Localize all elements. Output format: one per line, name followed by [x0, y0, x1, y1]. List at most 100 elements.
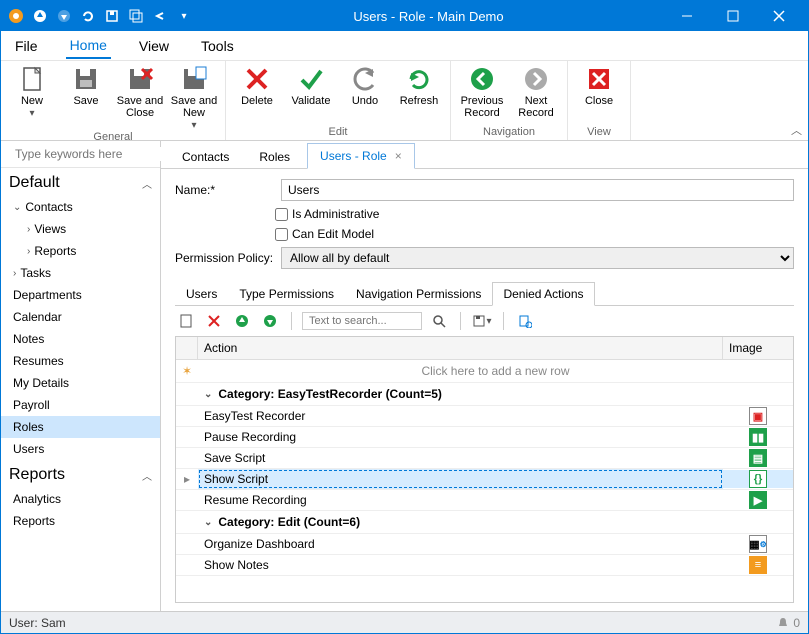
nav-item-tasks[interactable]: › Tasks — [1, 262, 160, 284]
ribbon-group-edit: Edit — [329, 126, 348, 140]
nav-item-resumes[interactable]: Resumes — [1, 350, 160, 372]
close-window-button[interactable] — [756, 1, 802, 31]
can-edit-checkbox[interactable] — [275, 228, 288, 241]
nav-item-departments[interactable]: Departments — [1, 284, 160, 306]
grid-delete-button[interactable] — [203, 310, 225, 332]
ribbon-collapse-icon[interactable]: ︿ — [791, 122, 802, 138]
ribbon-prev-button[interactable]: Previous Record — [457, 63, 507, 119]
qat-undo-icon[interactable] — [151, 7, 169, 25]
ribbon-saveclose-button[interactable]: Save and Close — [115, 63, 165, 119]
row-image-icon: ≡ — [723, 556, 793, 574]
grid-row[interactable]: EasyTest Recorder▣ — [176, 406, 793, 427]
status-notifications[interactable]: 0 — [777, 616, 800, 630]
col-image[interactable]: Image — [723, 337, 793, 359]
qat-customize-icon[interactable]: ▾ — [175, 7, 193, 25]
nav-item-analytics[interactable]: Analytics — [1, 488, 160, 510]
file-icon — [18, 65, 46, 93]
qat-up-icon[interactable] — [31, 7, 49, 25]
row-image-icon: ▦⚙ — [723, 535, 793, 553]
col-action[interactable]: Action — [198, 337, 723, 359]
nav-item-contacts[interactable]: ⌄ Contacts — [1, 196, 160, 218]
next-icon — [522, 65, 550, 93]
ribbon-delete-button[interactable]: Delete — [232, 63, 282, 107]
menu-home[interactable]: Home — [66, 33, 111, 59]
name-field[interactable] — [281, 179, 794, 201]
nav-item-notes[interactable]: Notes — [1, 328, 160, 350]
sidebar-search[interactable] — [1, 141, 160, 168]
grid-row[interactable]: Save Script▤ — [176, 448, 793, 469]
savenew-icon — [180, 65, 208, 93]
nav-item-views[interactable]: › Views — [1, 218, 160, 240]
nav-item-calendar[interactable]: Calendar — [1, 306, 160, 328]
grid-group-header[interactable]: ⌄Category: Edit (Count=6) — [176, 511, 793, 534]
tab-users-role[interactable]: Users - Role× — [307, 143, 415, 169]
grid-new-button[interactable] — [175, 310, 197, 332]
grid-moveup-button[interactable] — [231, 310, 253, 332]
grid-toolbar: ▾ — [161, 306, 808, 336]
grid-export-button[interactable]: ▾ — [471, 310, 493, 332]
grid-row[interactable]: Resume Recording▶ — [176, 490, 793, 511]
ribbon-validate-button[interactable]: Validate — [286, 63, 336, 107]
ribbon-new-button[interactable]: New▾ — [7, 63, 57, 119]
nav-item-my-details[interactable]: My Details — [1, 372, 160, 394]
ribbon-group-navigation: Navigation — [483, 126, 535, 140]
row-image-icon: ▶ — [723, 491, 793, 509]
tab-roles[interactable]: Roles — [246, 144, 303, 169]
permission-policy-select[interactable]: Allow all by default — [281, 247, 794, 269]
subtab-denied-actions[interactable]: Denied Actions — [492, 282, 594, 306]
tab-contacts[interactable]: Contacts — [169, 144, 242, 169]
can-edit-label: Can Edit Model — [292, 227, 374, 241]
row-image-icon: ▤ — [723, 449, 793, 467]
ribbon-save-button[interactable]: Save — [61, 63, 111, 107]
qat-refresh-icon[interactable] — [79, 7, 97, 25]
row-image-icon: ▣ — [723, 407, 793, 425]
sidebar: Default︿⌄ Contacts› Views› Reports› Task… — [1, 141, 161, 611]
grid-row[interactable]: Organize Dashboard▦⚙ — [176, 534, 793, 555]
is-admin-checkbox[interactable] — [275, 208, 288, 221]
ribbon-undo-button[interactable]: Undo — [340, 63, 390, 107]
nav-item-reports[interactable]: › Reports — [1, 240, 160, 262]
nav-item-reports[interactable]: Reports — [1, 510, 160, 532]
subtab-users[interactable]: Users — [175, 282, 228, 306]
grid-preview-button[interactable] — [514, 310, 536, 332]
row-image-icon: ▮▮ — [723, 428, 793, 446]
ribbon-group-view: View — [587, 126, 611, 140]
subtab-type-permissions[interactable]: Type Permissions — [228, 282, 345, 306]
permission-policy-label: Permission Policy: — [175, 251, 275, 265]
menu-tools[interactable]: Tools — [197, 34, 238, 58]
grid-search-input[interactable] — [302, 312, 422, 330]
menu-view[interactable]: View — [135, 34, 173, 58]
subtab-navigation-permissions[interactable]: Navigation Permissions — [345, 282, 492, 306]
qat-down-icon[interactable] — [55, 7, 73, 25]
name-label: Name:* — [175, 183, 275, 197]
nav-item-users[interactable]: Users — [1, 438, 160, 460]
undo-icon — [351, 65, 379, 93]
menu-file[interactable]: File — [11, 34, 42, 58]
nav-item-payroll[interactable]: Payroll — [1, 394, 160, 416]
grid-row[interactable]: Pause Recording▮▮ — [176, 427, 793, 448]
qat-save-icon[interactable] — [103, 7, 121, 25]
window-title: Users - Role - Main Demo — [193, 9, 664, 24]
grid-movedown-button[interactable] — [259, 310, 281, 332]
save-icon — [72, 65, 100, 93]
search-input[interactable] — [15, 147, 170, 161]
grid-new-row[interactable]: ✶ Click here to add a new row — [176, 360, 793, 383]
grid-row[interactable]: Show Notes≡ — [176, 555, 793, 576]
qat-saveall-icon[interactable] — [127, 7, 145, 25]
grid-row[interactable]: ▸Show Script{} — [176, 469, 793, 490]
ribbon-refresh-button[interactable]: Refresh — [394, 63, 444, 107]
maximize-button[interactable] — [710, 1, 756, 31]
menubar: File Home View Tools — [1, 31, 808, 61]
grid-search-go[interactable] — [428, 310, 450, 332]
grid-group-header[interactable]: ⌄Category: EasyTestRecorder (Count=5) — [176, 383, 793, 406]
nav-section-default[interactable]: Default︿ — [1, 168, 160, 196]
nav-item-roles[interactable]: Roles — [1, 416, 160, 438]
ribbon-close-button[interactable]: Close — [574, 63, 624, 107]
role-form: Name:* Is Administrative Can Edit Model … — [161, 169, 808, 281]
ribbon-savenew-button[interactable]: Save and New▾ — [169, 63, 219, 131]
titlebar: ▾ Users - Role - Main Demo — [1, 1, 808, 31]
nav-section-reports[interactable]: Reports︿ — [1, 460, 160, 488]
tab-close-icon[interactable]: × — [395, 149, 402, 163]
ribbon-next-button[interactable]: Next Record — [511, 63, 561, 119]
minimize-button[interactable] — [664, 1, 710, 31]
